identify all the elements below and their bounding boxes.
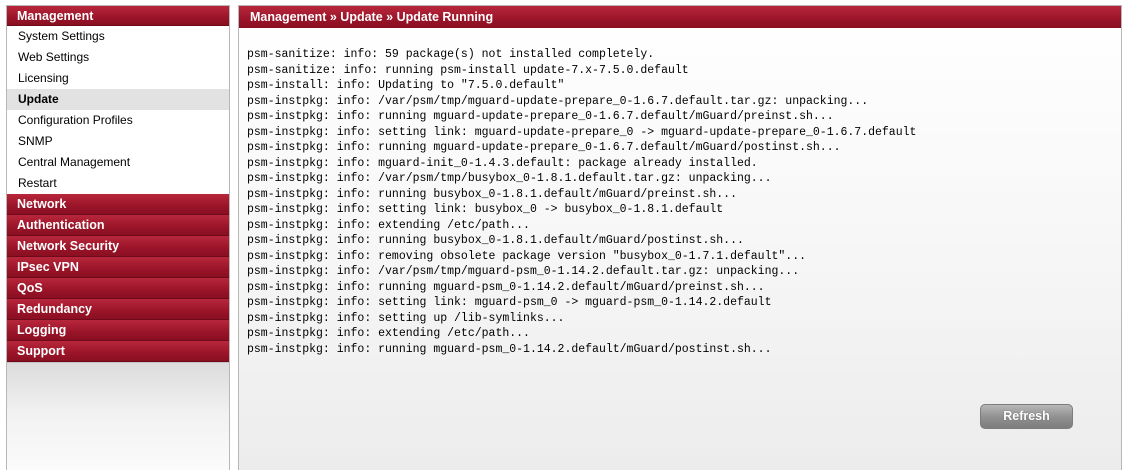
refresh-button[interactable]: Refresh [980, 404, 1073, 429]
log-line: psm-instpkg: info: running mguard-psm_0-… [247, 342, 772, 356]
update-log: psm-sanitize: info: 59 package(s) not in… [247, 47, 916, 357]
main-panel: Management » Update » Update Running psm… [238, 5, 1122, 470]
sidebar-item-configuration-profiles[interactable]: Configuration Profiles [7, 110, 229, 131]
sidebar-item-snmp[interactable]: SNMP [7, 131, 229, 152]
sidebar-item-central-management[interactable]: Central Management [7, 152, 229, 173]
log-line: psm-instpkg: info: setting up /lib-symli… [247, 311, 565, 325]
sidebar-item-web-settings[interactable]: Web Settings [7, 47, 229, 68]
log-line: psm-instpkg: info: setting link: busybox… [247, 203, 724, 216]
log-line: psm-instpkg: info: /var/psm/tmp/mguard-u… [247, 94, 869, 108]
sidebar-section-management[interactable]: Management [7, 6, 229, 26]
log-line: psm-instpkg: info: running busybox_0-1.8… [247, 187, 737, 201]
log-line: psm-instpkg: info: mguard-init_0-1.4.3.d… [247, 156, 758, 170]
log-line: psm-instpkg: info: extending /etc/path..… [247, 327, 530, 340]
log-line: psm-instpkg: info: setting link: mguard-… [247, 296, 772, 309]
log-line: psm-instpkg: info: setting link: mguard-… [247, 125, 917, 139]
sidebar-item-licensing[interactable]: Licensing [7, 68, 229, 89]
log-line: psm-instpkg: info: running mguard-psm_0-… [247, 280, 765, 294]
sidebar-section-logging[interactable]: Logging [7, 320, 229, 341]
log-line: psm-instpkg: info: running mguard-update… [247, 110, 834, 123]
sidebar-nav: Management System Settings Web Settings … [6, 5, 230, 470]
sidebar-section-authentication[interactable]: Authentication [7, 215, 229, 236]
management-submenu: System Settings Web Settings Licensing U… [7, 26, 229, 194]
sidebar-section-network[interactable]: Network [7, 194, 229, 215]
log-line: psm-instpkg: info: extending /etc/path..… [247, 218, 530, 232]
log-line: psm-instpkg: info: removing obsolete pac… [247, 249, 806, 263]
sidebar-section-qos[interactable]: QoS [7, 278, 229, 299]
log-line: psm-install: info: Updating to "7.5.0.de… [247, 79, 565, 92]
log-line: psm-sanitize: info: running psm-install … [247, 63, 689, 77]
log-line: psm-instpkg: info: running mguard-update… [247, 141, 841, 154]
sidebar-item-update[interactable]: Update [7, 89, 229, 110]
breadcrumb: Management » Update » Update Running [239, 6, 1121, 28]
sidebar-item-system-settings[interactable]: System Settings [7, 26, 229, 47]
sidebar-section-ipsec-vpn[interactable]: IPsec VPN [7, 257, 229, 278]
log-line: psm-instpkg: info: /var/psm/tmp/mguard-p… [247, 265, 800, 278]
sidebar-section-redundancy[interactable]: Redundancy [7, 299, 229, 320]
log-line: psm-instpkg: info: /var/psm/tmp/busybox_… [247, 172, 772, 185]
sidebar-section-network-security[interactable]: Network Security [7, 236, 229, 257]
log-line: psm-instpkg: info: running busybox_0-1.8… [247, 234, 744, 247]
sidebar-item-restart[interactable]: Restart [7, 173, 229, 194]
sidebar-filler [7, 362, 229, 470]
log-line: psm-sanitize: info: 59 package(s) not in… [247, 48, 655, 61]
sidebar-section-support[interactable]: Support [7, 341, 229, 362]
